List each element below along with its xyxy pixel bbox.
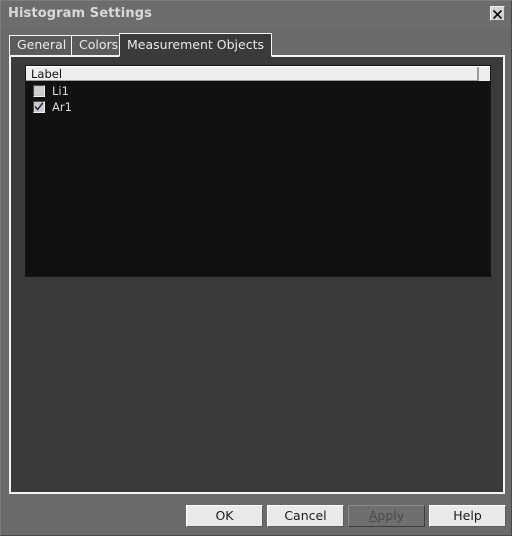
checkbox-empty-icon <box>34 86 44 96</box>
header-corner <box>478 67 490 81</box>
title-bar: Histogram Settings <box>1 1 511 28</box>
list-item-label: Ar1 <box>52 100 72 114</box>
checkbox-li1[interactable] <box>33 85 45 97</box>
list-header-row: Label <box>26 66 490 81</box>
dialog-window: Histogram Settings General Colors Measur… <box>0 0 512 536</box>
close-button[interactable] <box>490 6 505 21</box>
help-button[interactable]: Help <box>429 505 506 527</box>
tab-general[interactable]: General <box>9 35 75 55</box>
dialog-button-bar: OK Cancel Apply Help <box>1 502 511 530</box>
apply-button: Apply <box>348 505 425 527</box>
list-item[interactable]: Li1 <box>26 83 490 99</box>
tab-colors[interactable]: Colors <box>71 35 127 55</box>
list-item-label: Li1 <box>52 84 69 98</box>
checkmark-icon <box>34 102 44 111</box>
list-item[interactable]: Ar1 <box>26 99 490 115</box>
ok-button[interactable]: OK <box>186 505 263 527</box>
tab-measurement-objects[interactable]: Measurement Objects <box>119 33 273 57</box>
cancel-button[interactable]: Cancel <box>267 505 344 527</box>
list-rows: Li1 Ar1 <box>26 81 490 115</box>
tab-panel-measurement-objects: Label Li1 Ar1 <box>9 55 505 494</box>
close-icon <box>492 9 503 20</box>
checkbox-ar1[interactable] <box>33 101 45 113</box>
dialog-title: Histogram Settings <box>8 6 152 21</box>
measurement-objects-list[interactable]: Label Li1 Ar1 <box>25 65 491 277</box>
column-header-label[interactable]: Label <box>31 67 62 81</box>
apply-label-rest: pply <box>377 508 405 523</box>
tab-strip: General Colors Measurement Objects <box>9 33 505 57</box>
